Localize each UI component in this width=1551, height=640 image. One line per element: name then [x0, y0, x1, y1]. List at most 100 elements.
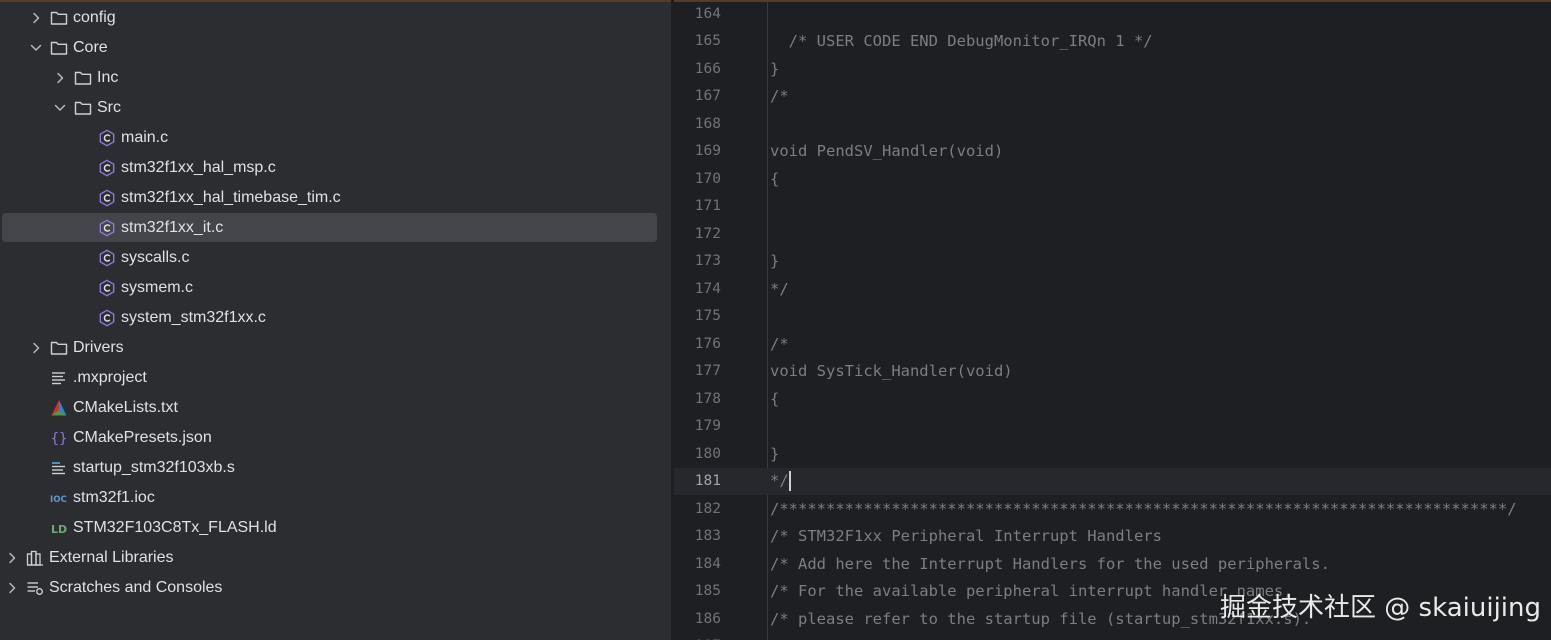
json-icon: {}: [50, 429, 68, 447]
tree-item[interactable]: main.c: [0, 123, 671, 153]
code-text[interactable]: */: [770, 471, 791, 492]
code-line[interactable]: 176 /*: [674, 330, 1551, 358]
code-text[interactable]: /* USER CODE END DebugMonitor_IRQn 1 */: [770, 32, 1153, 50]
code-text[interactable]: }: [770, 252, 779, 270]
line-number: 164: [694, 5, 721, 22]
chevron-right-icon[interactable]: [4, 580, 20, 596]
line-number: 186: [694, 610, 721, 627]
code-line[interactable]: 165 /* USER CODE END DebugMonitor_IRQn 1…: [674, 28, 1551, 56]
line-number: 174: [694, 280, 721, 297]
code-line[interactable]: 171: [674, 193, 1551, 221]
code-text-content: /*: [770, 87, 789, 106]
project-tree[interactable]: config Core Inc Src main.c stm32f1xx_hal_msp.…: [0, 2, 671, 640]
code-line[interactable]: 174 */: [674, 275, 1551, 303]
code-line[interactable]: 184 /* Add here the Interrupt Handlers fo…: [674, 550, 1551, 578]
code-line[interactable]: 180}: [674, 440, 1551, 468]
tree-item-label: system_stm32f1xx.c: [121, 309, 266, 326]
chevron-right-icon[interactable]: [52, 70, 68, 86]
svg-text:LD: LD: [51, 523, 67, 536]
current-code-line[interactable]: 181 */: [674, 467, 1551, 495]
tree-item[interactable]: config: [0, 3, 671, 33]
code-text[interactable]: }: [770, 445, 779, 463]
code-text[interactable]: {: [770, 170, 779, 188]
tree-item-label: .mxproject: [73, 369, 147, 386]
text-file-icon: [50, 369, 68, 387]
tree-item[interactable]: Core: [0, 33, 671, 63]
code-line[interactable]: 178 {: [674, 385, 1551, 413]
code-text[interactable]: /* STM32F1xx Peripheral Interrupt Handle…: [770, 527, 1162, 545]
code-line[interactable]: 182 /************************************…: [674, 495, 1551, 523]
code-line[interactable]: 170 {: [674, 165, 1551, 193]
code-line[interactable]: 168: [674, 110, 1551, 138]
code-text[interactable]: void PendSV_Handler(void): [770, 142, 1003, 160]
line-number: 179: [694, 418, 721, 435]
code-line[interactable]: 169 void PendSV_Handler(void): [674, 138, 1551, 166]
tree-item[interactable]: .mxproject: [0, 363, 671, 393]
tree-item[interactable]: {} CMakePresets.json: [0, 423, 671, 453]
tree-item[interactable]: stm32f1xx_hal_timebase_tim.c: [0, 183, 671, 213]
code-text[interactable]: /* For the available peripheral interrup…: [770, 582, 1293, 600]
code-text[interactable]: */: [770, 280, 789, 298]
line-number: 185: [694, 583, 721, 600]
code-text[interactable]: /***************************************…: [770, 500, 1517, 518]
code-text-content: void SysTick_Handler(void): [770, 362, 1013, 381]
line-number: 165: [694, 33, 721, 50]
code-text[interactable]: {: [770, 390, 779, 408]
code-line[interactable]: 164: [674, 2, 1551, 28]
code-text[interactable]: }: [770, 60, 779, 78]
code-line[interactable]: 167 /*: [674, 83, 1551, 111]
code-line[interactable]: 173}: [674, 248, 1551, 276]
code-text-content: void PendSV_Handler(void): [770, 142, 1004, 161]
code-line[interactable]: 177 void SysTick_Handler(void): [674, 358, 1551, 386]
code-text-content: }: [770, 59, 780, 78]
line-number: 176: [694, 335, 721, 352]
c-file-icon: [98, 309, 116, 327]
chevron-right-icon[interactable]: [4, 550, 20, 566]
code-text[interactable]: /* Add here the Interrupt Handlers for t…: [770, 555, 1330, 573]
tree-item[interactable]: Src: [0, 93, 671, 123]
c-file-icon: [98, 249, 116, 267]
code-editor[interactable]: 164 165 /* USER CODE END DebugMonitor_IRQ…: [674, 2, 1551, 640]
tree-item-label: stm32f1xx_hal_msp.c: [121, 159, 276, 176]
tree-item-label: config: [73, 9, 116, 26]
code-text[interactable]: /*: [770, 335, 789, 353]
code-text-content: }: [770, 252, 780, 271]
code-line[interactable]: 172: [674, 220, 1551, 248]
tree-item[interactable]: syscalls.c: [0, 243, 671, 273]
chevron-right-icon[interactable]: [28, 10, 44, 26]
code-line[interactable]: 183 /* STM32F1xx Peripheral Interrupt Han…: [674, 523, 1551, 551]
line-number: 171: [694, 198, 721, 215]
code-text[interactable]: void SysTick_Handler(void): [770, 362, 1013, 380]
code-line[interactable]: 175: [674, 303, 1551, 331]
code-line[interactable]: 166}: [674, 55, 1551, 83]
chevron-down-icon[interactable]: [28, 40, 44, 56]
chevron-down-icon[interactable]: [52, 100, 68, 116]
code-line[interactable]: 179: [674, 413, 1551, 441]
tree-item[interactable]: stm32f1xx_it.c: [0, 213, 671, 243]
line-number: 172: [694, 225, 721, 242]
line-number: 180: [694, 445, 721, 462]
chevron-right-icon[interactable]: [28, 340, 44, 356]
tree-item[interactable]: system_stm32f1xx.c: [0, 303, 671, 333]
c-file-icon: [98, 219, 116, 237]
code-text[interactable]: /*: [770, 87, 789, 105]
tree-item[interactable]: sysmem.c: [0, 273, 671, 303]
tree-item[interactable]: Drivers: [0, 333, 671, 363]
code-line[interactable]: 187/: [674, 633, 1551, 640]
tree-item[interactable]: CMakeLists.txt: [0, 393, 671, 423]
tree-item-label: STM32F103C8Tx_FLASH.ld: [73, 519, 277, 536]
tree-item[interactable]: IOC stm32f1.ioc: [0, 483, 671, 513]
folder-icon: [50, 9, 68, 27]
tree-item[interactable]: Scratches and Consoles: [0, 573, 671, 603]
watermark: 掘金技术社区 @ skaiuijing: [1220, 593, 1541, 623]
tree-item[interactable]: stm32f1xx_hal_msp.c: [0, 153, 671, 183]
tree-item[interactable]: LD STM32F103C8Tx_FLASH.ld: [0, 513, 671, 543]
tree-item-label: stm32f1xx_it.c: [121, 219, 224, 236]
c-file-icon: [98, 129, 116, 147]
tree-item[interactable]: Inc: [0, 63, 671, 93]
line-number: 177: [694, 363, 721, 380]
tree-item[interactable]: startup_stm32f103xb.s: [0, 453, 671, 483]
tree-item[interactable]: External Libraries: [0, 543, 671, 573]
